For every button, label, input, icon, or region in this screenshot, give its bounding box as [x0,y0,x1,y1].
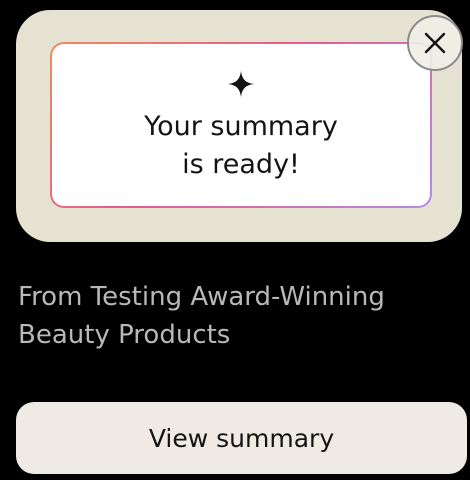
summary-preview-card: Your summary is ready! [16,10,462,242]
source-title-line-2: Beauty Products [18,320,231,350]
source-title-line-1: From Testing Award-Winning [18,282,385,312]
summary-ready-line-2: is ready! [182,149,300,180]
close-icon [424,32,446,54]
summary-ready-line-1: Your summary [144,111,338,142]
summary-screen: Your summary is ready! From Testing Awar… [0,0,470,480]
summary-ready-panel: Your summary is ready! [50,42,432,208]
summary-ready-text: Your summary is ready! [52,108,430,184]
source-title: From Testing Award-Winning Beauty Produc… [18,278,448,354]
close-button[interactable] [407,15,463,71]
sparkle-icon [228,71,254,97]
view-summary-button[interactable]: View summary [16,402,467,474]
